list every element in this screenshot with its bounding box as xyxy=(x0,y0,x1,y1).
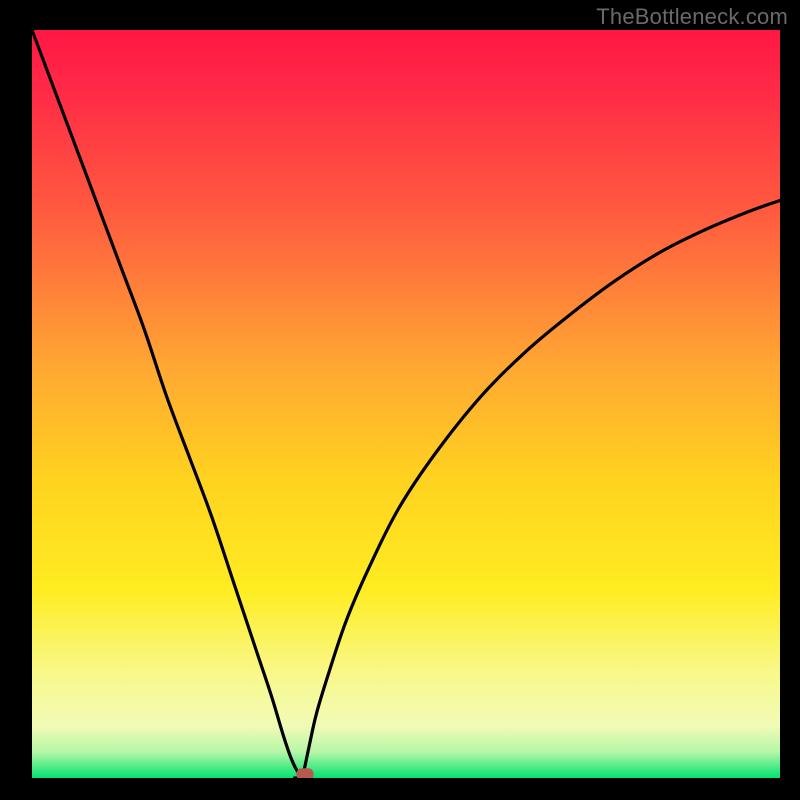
bottleneck-chart xyxy=(0,0,800,800)
plot-background xyxy=(32,30,780,778)
chart-frame: TheBottleneck.com xyxy=(0,0,800,800)
frame-border-left xyxy=(0,0,32,800)
frame-border-right xyxy=(780,0,800,800)
watermark-text: TheBottleneck.com xyxy=(596,4,788,30)
frame-border-bottom xyxy=(0,778,800,800)
